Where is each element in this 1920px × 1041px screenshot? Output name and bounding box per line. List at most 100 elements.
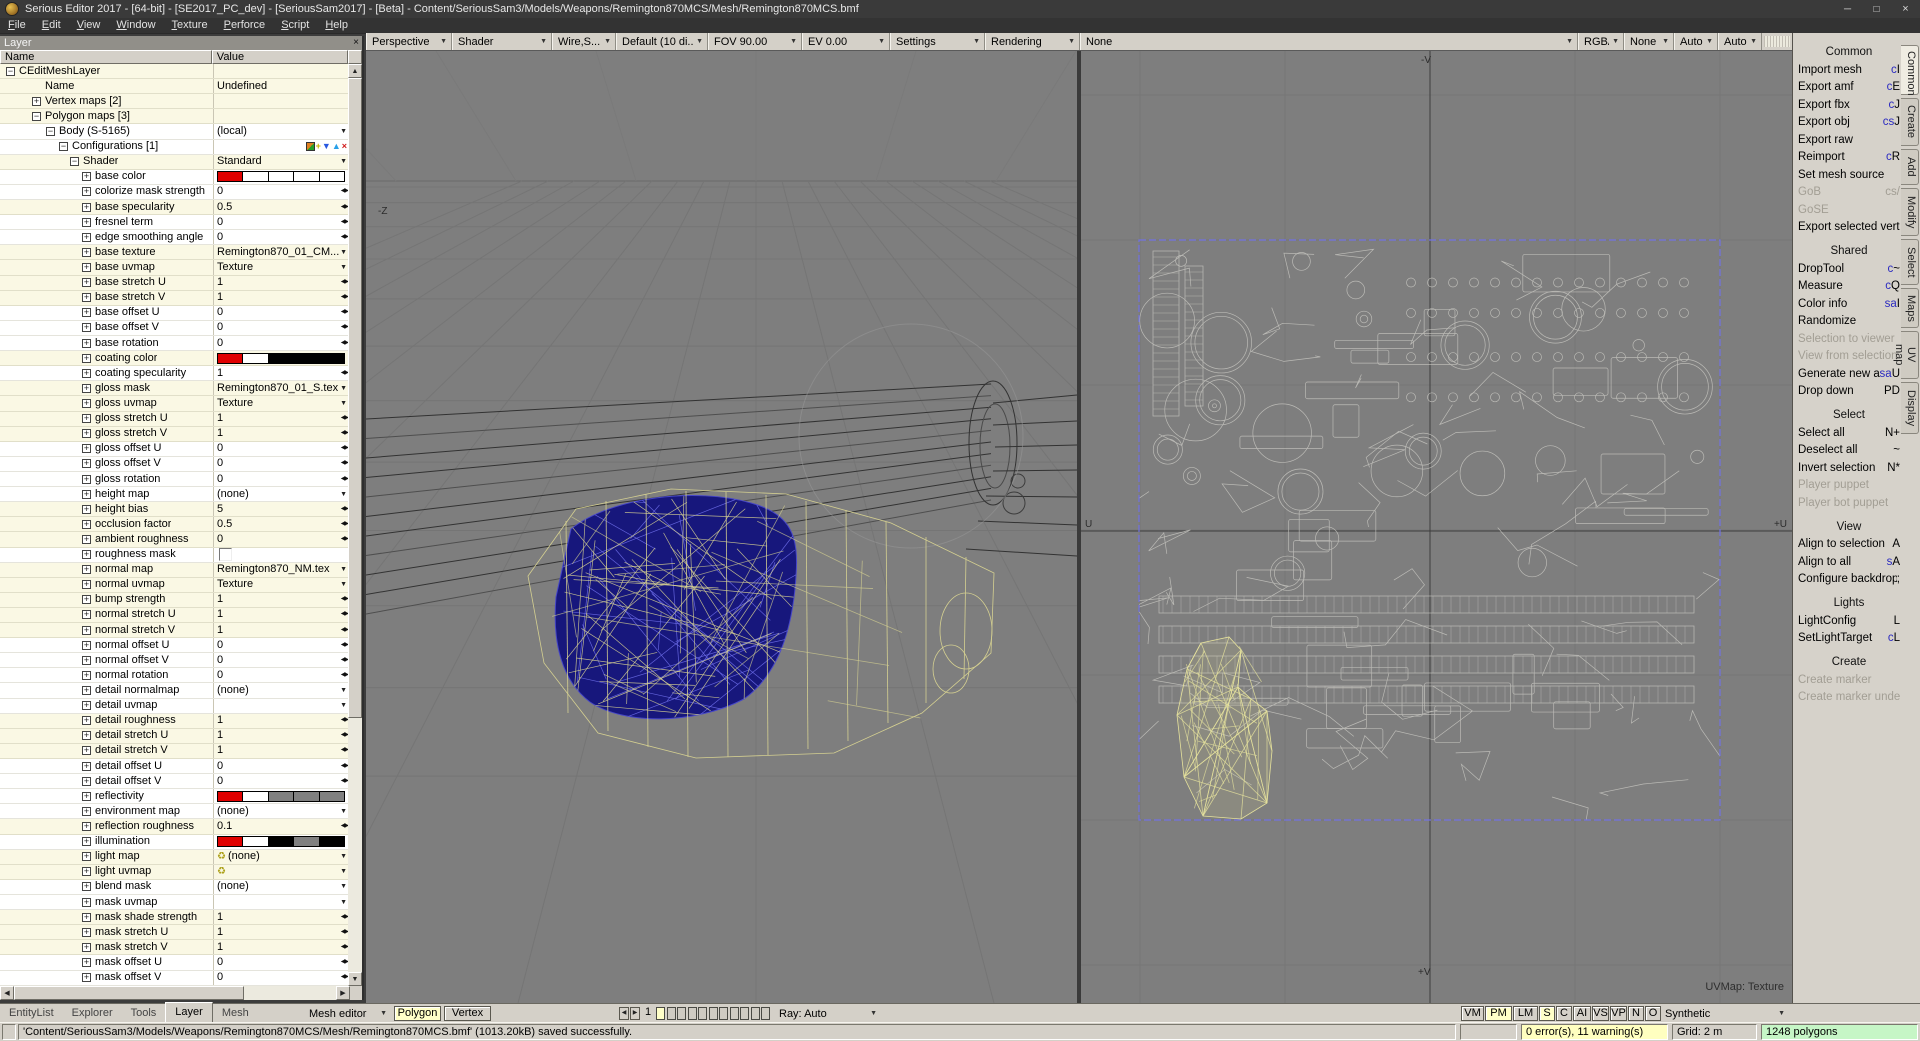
layer-row-detail-normalmap[interactable]: +detail normalmap(none)▼: [0, 683, 350, 698]
layer-row-base-offset-u[interactable]: +base offset U0◀▶: [0, 306, 350, 321]
expand-icon[interactable]: +: [82, 595, 91, 604]
value-dropdown-label[interactable]: Remington870_01_S.tex: [217, 382, 350, 395]
layer-row-edge-smoothing-angle[interactable]: +edge smoothing angle0◀▶: [0, 230, 350, 245]
layer-row-bump-strength[interactable]: +bump strength1◀▶: [0, 593, 350, 608]
value-number[interactable]: 1: [217, 941, 350, 954]
command-invert-selection[interactable]: Invert selectionN*: [1798, 459, 1900, 477]
viewport-dropdown-settings-6[interactable]: Settings▼: [890, 33, 985, 50]
maximize-button[interactable]: □: [1862, 0, 1891, 18]
expand-icon[interactable]: +: [82, 218, 91, 227]
color-swatch[interactable]: [217, 791, 345, 802]
layer-row-mask-stretch-v[interactable]: +mask stretch V1◀▶: [0, 940, 350, 955]
value-number[interactable]: 0: [217, 306, 350, 319]
value-number[interactable]: 1: [217, 367, 350, 380]
spinner-icon[interactable]: ◀▶: [341, 321, 348, 334]
layer-row-normal-offset-u[interactable]: +normal offset U0◀▶: [0, 638, 350, 653]
spinner-icon[interactable]: ◀▶: [341, 911, 348, 924]
horizontal-scrollbar[interactable]: ◀ ▶: [0, 986, 350, 1000]
layer-row-coating-specularity[interactable]: +coating specularity1◀▶: [0, 366, 350, 381]
toggle-s[interactable]: S: [1539, 1006, 1555, 1021]
chevron-down-icon[interactable]: ▼: [340, 563, 347, 576]
value-dropdown-label[interactable]: (none): [217, 488, 350, 501]
expand-icon[interactable]: +: [82, 973, 91, 982]
panel-tab-display[interactable]: Display: [1901, 382, 1919, 434]
expand-icon[interactable]: +: [82, 565, 91, 574]
expand-icon[interactable]: +: [82, 837, 91, 846]
layer-row-reflection-roughness[interactable]: +reflection roughness0.1◀▶: [0, 819, 350, 834]
toggle-vp[interactable]: VP: [1610, 1006, 1627, 1021]
menu-item-view[interactable]: View: [69, 18, 109, 33]
spinner-icon[interactable]: ◀▶: [341, 639, 348, 652]
layer-row-fresnel-term[interactable]: +fresnel term0◀▶: [0, 215, 350, 230]
value-dropdown-label[interactable]: Remington870_01_CM...: [217, 246, 350, 259]
command-configure-backdrop[interactable]: Configure backdrop;: [1798, 571, 1900, 589]
toggle-lm[interactable]: LM: [1513, 1006, 1538, 1021]
spinner-icon[interactable]: ◀▶: [341, 729, 348, 742]
expand-icon[interactable]: +: [82, 475, 91, 484]
collapse-icon[interactable]: −: [46, 127, 55, 136]
selection-slot-9[interactable]: [740, 1007, 749, 1020]
expand-icon[interactable]: +: [82, 203, 91, 212]
color-swatch[interactable]: [217, 171, 345, 182]
value-dropdown-label[interactable]: Texture: [217, 261, 350, 274]
layer-row-body-s-5165-[interactable]: −Body (S-5165)(local)▼: [0, 124, 350, 139]
selection-slot-8[interactable]: [730, 1007, 739, 1020]
layer-row-gloss-stretch-v[interactable]: +gloss stretch V1◀▶: [0, 427, 350, 442]
value-number[interactable]: 0: [217, 337, 350, 350]
toggle-n[interactable]: N: [1628, 1006, 1644, 1021]
chevron-down-icon[interactable]: ▼: [340, 880, 347, 893]
menu-item-script[interactable]: Script: [273, 18, 317, 33]
expand-icon[interactable]: +: [82, 172, 91, 181]
chevron-down-icon[interactable]: ▼: [340, 805, 347, 818]
expand-icon[interactable]: +: [82, 520, 91, 529]
collapse-icon[interactable]: −: [59, 142, 68, 151]
toggle-ai[interactable]: AI: [1573, 1006, 1591, 1021]
expand-icon[interactable]: +: [82, 339, 91, 348]
toggle-pm[interactable]: PM: [1485, 1006, 1512, 1021]
value-number[interactable]: 0: [217, 956, 350, 969]
expand-icon[interactable]: +: [82, 263, 91, 272]
spinner-icon[interactable]: ◀▶: [341, 201, 348, 214]
layer-row-base-specularity[interactable]: +base specularity0.5◀▶: [0, 200, 350, 215]
expand-icon[interactable]: +: [82, 671, 91, 680]
spinner-icon[interactable]: ◀▶: [341, 714, 348, 727]
value-number[interactable]: 0: [217, 216, 350, 229]
spinner-icon[interactable]: ◀▶: [341, 291, 348, 304]
scroll-right-icon[interactable]: ▶: [336, 986, 350, 1000]
mode-button-polygon[interactable]: Polygon: [394, 1006, 441, 1021]
command-randomize[interactable]: Randomize: [1798, 313, 1900, 331]
toggle-vs[interactable]: VS: [1592, 1006, 1609, 1021]
layer-icon[interactable]: [306, 142, 315, 151]
expand-icon[interactable]: +: [82, 610, 91, 619]
expand-icon[interactable]: +: [82, 248, 91, 257]
toggle-o[interactable]: O: [1645, 1006, 1661, 1021]
layer-row-detail-stretch-v[interactable]: +detail stretch V1◀▶: [0, 744, 350, 759]
panel-tab-common[interactable]: Common: [1901, 45, 1919, 95]
menu-item-perforce[interactable]: Perforce: [216, 18, 274, 33]
expand-icon[interactable]: +: [82, 399, 91, 408]
layer-row-gloss-offset-u[interactable]: +gloss offset U0◀▶: [0, 442, 350, 457]
value-number[interactable]: 0: [217, 654, 350, 667]
menu-item-window[interactable]: Window: [108, 18, 163, 33]
selection-slot-2[interactable]: [667, 1007, 676, 1020]
perspective-viewport[interactable]: -Z: [366, 51, 1077, 1003]
command-export-fbx[interactable]: Export fbxcJ: [1798, 96, 1900, 114]
editor-mode-dropdown[interactable]: Mesh editor ▼: [306, 1006, 390, 1021]
scrollbar-thumb[interactable]: [348, 78, 362, 718]
viewport-dropdown-auto-12[interactable]: Auto▼: [1718, 33, 1762, 50]
command-deselect-all[interactable]: Deselect all~: [1798, 442, 1900, 460]
expand-icon[interactable]: +: [82, 716, 91, 725]
spinner-icon[interactable]: ◀▶: [341, 503, 348, 516]
expand-icon[interactable]: +: [82, 187, 91, 196]
delete-icon[interactable]: ×: [342, 142, 347, 151]
chevron-down-icon[interactable]: ▼: [340, 488, 347, 501]
value-number[interactable]: 0.1: [217, 820, 350, 833]
layer-row-base-stretch-u[interactable]: +base stretch U1◀▶: [0, 276, 350, 291]
value-number[interactable]: 1: [217, 276, 350, 289]
selection-slot-6[interactable]: [709, 1007, 718, 1020]
menu-item-edit[interactable]: Edit: [34, 18, 69, 33]
layer-row-blend-mask[interactable]: +blend mask(none)▼: [0, 880, 350, 895]
spinner-icon[interactable]: ◀▶: [341, 775, 348, 788]
panel-tab-select[interactable]: Select: [1901, 239, 1919, 285]
expand-icon[interactable]: +: [82, 505, 91, 514]
